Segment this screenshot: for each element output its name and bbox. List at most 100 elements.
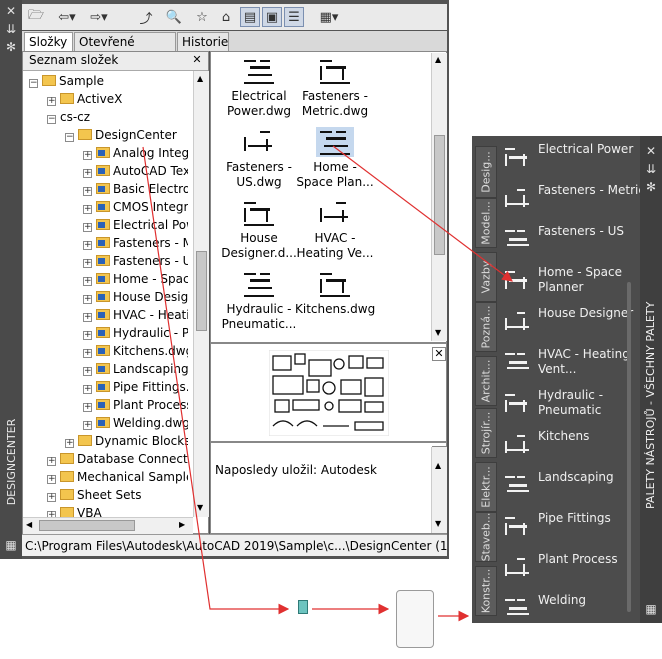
- properties-icon[interactable]: ✻: [0, 40, 22, 54]
- tree-item-electrical-power-dwg[interactable]: + Electrical Power.dwg: [83, 216, 188, 234]
- expand-icon[interactable]: +: [83, 187, 92, 196]
- palette-tool-landscaping[interactable]: Landscaping: [501, 468, 646, 502]
- scroll-up-icon[interactable]: ▲: [435, 55, 441, 64]
- tree-item-mechanical-sample[interactable]: + Mechanical Sample: [47, 468, 188, 486]
- close-icon[interactable]: ✕: [640, 144, 662, 158]
- expand-icon[interactable]: +: [83, 259, 92, 268]
- tree-view-toggle-icon[interactable]: ▤: [240, 7, 260, 27]
- scroll-thumb[interactable]: [39, 520, 135, 531]
- palette-tool-hydraulic-pneumatic[interactable]: Hydraulic - Pneumatic: [501, 386, 646, 420]
- expand-icon[interactable]: +: [47, 475, 56, 484]
- palette-scrollbar[interactable]: [627, 282, 631, 612]
- back-button[interactable]: ⇦▾: [52, 7, 82, 27]
- drawing-item-electrical-power-dwg[interactable]: Electrical Power.dwg: [219, 56, 299, 119]
- tree-item-cs-cz[interactable]: − cs-cz: [47, 108, 188, 126]
- drawing-item-hydraulic-pneumatic[interactable]: Hydraulic - Pneumatic...: [219, 269, 299, 332]
- close-icon[interactable]: ✕: [191, 54, 203, 66]
- tree-item-home-space-planner-dwg[interactable]: + Home - Space Planner.dwg: [83, 270, 188, 288]
- palette-tool-kitchens[interactable]: Kitchens: [501, 427, 646, 461]
- window-menu-icon[interactable]: ▦: [640, 602, 662, 616]
- favorites-icon[interactable]: ☆: [192, 7, 212, 27]
- tree-item-kitchens-dwg[interactable]: + Kitchens.dwg: [83, 342, 188, 360]
- palette-tool-home-space-planner[interactable]: Home - Space Planner: [501, 263, 646, 297]
- tab-history[interactable]: Historie: [177, 32, 229, 51]
- expand-icon[interactable]: +: [47, 97, 56, 106]
- expand-icon[interactable]: +: [83, 241, 92, 250]
- drawing-item-fasteners-metric-dwg[interactable]: Fasteners - Metric.dwg: [295, 56, 375, 119]
- drawing-item-home-space-plan[interactable]: Home - Space Plan...: [295, 127, 375, 190]
- expand-icon[interactable]: +: [83, 169, 92, 178]
- palette-tab-desig[interactable]: Desig...: [475, 146, 497, 198]
- collapse-icon[interactable]: −: [47, 115, 56, 124]
- tree-item-house-designer-dwg[interactable]: + House Designer.dwg: [83, 288, 188, 306]
- drawing-item-hvac-heating-ve[interactable]: HVAC - Heating Ve...: [295, 198, 375, 261]
- palette-tab-stroj-r[interactable]: Strojír...: [475, 408, 497, 458]
- tab-folders[interactable]: Složky: [24, 32, 73, 52]
- tree-item-plant-process-dwg[interactable]: + Plant Process.dwg: [83, 396, 188, 414]
- tree-item-database-connectivity[interactable]: + Database Connectivity: [47, 450, 188, 468]
- drawing-item-house-designer-d[interactable]: House Designer.d...: [219, 198, 299, 261]
- expand-icon[interactable]: +: [83, 349, 92, 358]
- expand-icon[interactable]: +: [83, 313, 92, 322]
- autohide-icon[interactable]: ⇊: [0, 22, 22, 36]
- expand-icon[interactable]: +: [83, 385, 92, 394]
- collapse-icon[interactable]: −: [65, 133, 74, 142]
- tree-item-hydraulic-pneumatic-dwg[interactable]: + Hydraulic - Pneumatic.dwg: [83, 324, 188, 342]
- tree-horizontal-scrollbar[interactable]: ◀ ▶: [23, 517, 193, 534]
- scroll-thumb[interactable]: [434, 135, 445, 255]
- expand-icon[interactable]: +: [83, 421, 92, 430]
- palette-tool-fasteners-metric[interactable]: Fasteners - Metric: [501, 181, 646, 215]
- description-toggle-icon[interactable]: ☰: [284, 7, 304, 27]
- palette-title-strip[interactable]: ✕ ⇊ ✻ PALETY NÁSTROJŮ - VŠECHNY PALETY ▦: [640, 136, 662, 623]
- tree-item-activex[interactable]: + ActiveX: [47, 90, 188, 108]
- expand-icon[interactable]: +: [83, 367, 92, 376]
- tree-vertical-scrollbar[interactable]: ▲ ▼: [193, 71, 209, 517]
- scroll-left-icon[interactable]: ◀: [26, 520, 32, 529]
- tree-item-pipe-fittings-dwg[interactable]: + Pipe Fittings.dwg: [83, 378, 188, 396]
- home-icon[interactable]: ⌂: [216, 7, 236, 27]
- tree-item-fasteners-us-dwg[interactable]: + Fasteners - US.dwg: [83, 252, 188, 270]
- expand-icon[interactable]: +: [65, 439, 74, 448]
- tree-item-basic-electronics-dwg[interactable]: + Basic Electronics.dwg: [83, 180, 188, 198]
- expand-icon[interactable]: +: [83, 295, 92, 304]
- grid-scrollbar[interactable]: ▲ ▼: [431, 53, 447, 341]
- load-folder-icon[interactable]: 🗁: [26, 7, 46, 27]
- scroll-down-icon[interactable]: ▼: [435, 328, 441, 337]
- search-icon[interactable]: 🔍: [164, 7, 184, 27]
- palette-tool-electrical-power[interactable]: Electrical Power: [501, 140, 646, 174]
- autohide-icon[interactable]: ⇊: [640, 162, 662, 176]
- views-dropdown-icon[interactable]: ▦▾: [312, 7, 346, 27]
- close-icon[interactable]: ✕: [0, 4, 22, 18]
- tree-item-autocad-textstyles-and-linetypes-dwg[interactable]: + AutoCAD Textstyles and Linetypes.dwg: [83, 162, 188, 180]
- expand-icon[interactable]: +: [83, 223, 92, 232]
- expand-icon[interactable]: +: [83, 205, 92, 214]
- palette-tab-pozn[interactable]: Pozná...: [475, 302, 497, 352]
- palette-tab-staveb[interactable]: Staveb...: [475, 512, 497, 562]
- drawing-item-fasteners-us-dwg[interactable]: Fasteners - US.dwg: [219, 127, 299, 190]
- palette-tab-vazby[interactable]: Vazby: [475, 252, 497, 302]
- palette-tab-konstr[interactable]: Konstr...: [475, 566, 497, 616]
- properties-icon[interactable]: ✻: [640, 180, 662, 194]
- up-folder-icon[interactable]: ⤴: [136, 7, 156, 27]
- tree-item-landscaping-dwg[interactable]: + Landscaping.dwg: [83, 360, 188, 378]
- forward-button[interactable]: ⇨▾: [84, 7, 114, 27]
- expand-icon[interactable]: +: [83, 331, 92, 340]
- tree-item-analog-integrated-circuits-dwg[interactable]: + Analog Integrated Circuits.dwg: [83, 144, 188, 162]
- scroll-down-icon[interactable]: ▼: [435, 519, 441, 528]
- palette-tab-elektr[interactable]: Elektr...: [475, 462, 497, 512]
- scroll-up-icon[interactable]: ▲: [435, 461, 441, 470]
- designcenter-title-strip[interactable]: ✕ ⇊ ✻ DESIGNCENTER ▦: [0, 0, 22, 559]
- tree-item-sheet-sets[interactable]: + Sheet Sets: [47, 486, 188, 504]
- tree-item-fasteners-metric-dwg[interactable]: + Fasteners - Metric.dwg: [83, 234, 188, 252]
- palette-tool-house-designer[interactable]: House Designer: [501, 304, 646, 338]
- tree-item-welding-dwg[interactable]: + Welding.dwg: [83, 414, 188, 432]
- close-icon[interactable]: ✕: [432, 347, 446, 361]
- palette-tool-plant-process[interactable]: Plant Process: [501, 550, 646, 584]
- scroll-up-icon[interactable]: ▲: [197, 74, 203, 83]
- palette-tool-fasteners-us[interactable]: Fasteners - US: [501, 222, 646, 256]
- tab-open-drawings[interactable]: Otevřené výkresy: [74, 32, 176, 67]
- expand-icon[interactable]: +: [83, 403, 92, 412]
- palette-tab-archit[interactable]: Archit...: [475, 356, 497, 406]
- expand-icon[interactable]: +: [83, 151, 92, 160]
- scroll-down-icon[interactable]: ▼: [197, 503, 203, 512]
